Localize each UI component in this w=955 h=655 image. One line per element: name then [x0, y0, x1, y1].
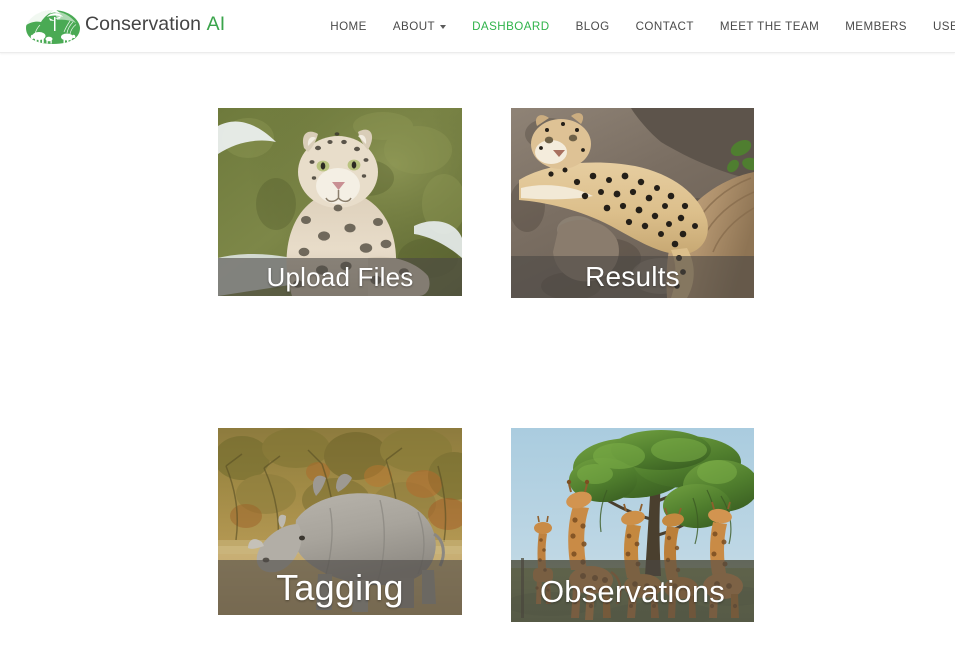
nav-item-members[interactable]: MEMBERS [832, 0, 920, 53]
brand-wordmark: Conservation AI [85, 15, 225, 37]
brand-logo-link[interactable]: Conservation AI [24, 6, 225, 46]
dashboard-card-observations[interactable]: Observations [511, 428, 754, 622]
nav-item-home[interactable]: HOME [317, 0, 380, 53]
nav-item-contact[interactable]: CONTACT [623, 0, 707, 53]
nav-label: ABOUT [392, 19, 436, 33]
nav-label: HOME [330, 19, 367, 33]
nav-label: MEMBERS [845, 19, 907, 33]
nav-label: DASHBOARD [472, 19, 550, 33]
nav-item-dashboard[interactable]: DASHBOARD [459, 0, 563, 53]
nav-label: CONTACT [635, 19, 694, 33]
nav-label: BLOG [575, 19, 610, 33]
dashboard-card-results[interactable]: Results [511, 108, 754, 298]
nav-label: MEET THE TEAM [719, 19, 820, 33]
dashboard-card-tagging[interactable]: Tagging [218, 428, 462, 615]
nav-item-user[interactable]: USER [920, 0, 955, 53]
brand-name-accent: AI [206, 13, 226, 36]
nav-label: USER [932, 19, 955, 33]
main-navigation: HOME ABOUT DASHBOARD BLOG CONTACT MEET T… [317, 0, 955, 53]
card-caption: Results [511, 256, 754, 298]
card-caption: Upload Files [218, 258, 462, 296]
dashboard-card-upload-files[interactable]: Upload Files [218, 108, 462, 296]
brand-name-primary: Conservation [85, 13, 202, 36]
card-caption: Observations [511, 560, 754, 622]
chevron-down-icon [440, 25, 447, 29]
dashboard-card-grid: Upload Files Results Tagging Observation… [0, 53, 955, 655]
nav-item-about[interactable]: ABOUT [380, 0, 459, 53]
site-header: Conservation AI HOME ABOUT DASHBOARD BLO… [0, 0, 955, 53]
conservation-globe-animals-logo-icon [24, 6, 82, 46]
nav-item-blog[interactable]: BLOG [563, 0, 623, 53]
card-caption: Tagging [218, 560, 462, 615]
nav-item-meet-the-team[interactable]: MEET THE TEAM [707, 0, 832, 53]
